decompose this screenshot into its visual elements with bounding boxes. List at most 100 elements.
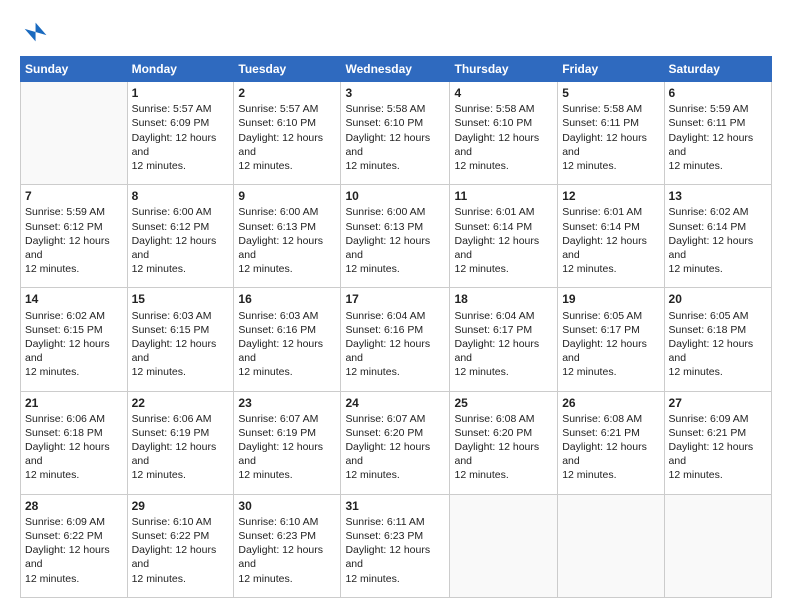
daylight-text: Daylight: 12 hours and	[669, 441, 754, 467]
day-number: 28	[25, 498, 123, 514]
sunset-text: Sunset: 6:14 PM	[669, 221, 747, 233]
daylight-text: Daylight: 12 hours and	[238, 544, 323, 570]
day-number: 5	[562, 85, 659, 101]
sunrise-text: Sunrise: 6:02 AM	[25, 310, 105, 322]
col-header-friday: Friday	[558, 57, 664, 82]
calendar-cell: 6Sunrise: 5:59 AMSunset: 6:11 PMDaylight…	[664, 82, 771, 185]
daylight-text: Daylight: 12 hours and	[25, 235, 110, 261]
sunrise-text: Sunrise: 6:08 AM	[454, 413, 534, 425]
daylight-text-2: 12 minutes.	[132, 160, 186, 172]
daylight-text: Daylight: 12 hours and	[345, 338, 430, 364]
sunrise-text: Sunrise: 6:08 AM	[562, 413, 642, 425]
sunset-text: Sunset: 6:14 PM	[454, 221, 532, 233]
day-number: 25	[454, 395, 553, 411]
sunset-text: Sunset: 6:19 PM	[132, 427, 210, 439]
sunrise-text: Sunrise: 6:06 AM	[132, 413, 212, 425]
sunset-text: Sunset: 6:11 PM	[562, 117, 639, 129]
col-header-saturday: Saturday	[664, 57, 771, 82]
sunrise-text: Sunrise: 6:11 AM	[345, 516, 424, 528]
day-number: 14	[25, 291, 123, 307]
day-number: 7	[25, 188, 123, 204]
calendar-cell: 11Sunrise: 6:01 AMSunset: 6:14 PMDayligh…	[450, 185, 558, 288]
daylight-text-2: 12 minutes.	[132, 573, 186, 585]
daylight-text: Daylight: 12 hours and	[132, 544, 217, 570]
daylight-text: Daylight: 12 hours and	[562, 235, 647, 261]
daylight-text-2: 12 minutes.	[25, 263, 79, 275]
daylight-text-2: 12 minutes.	[454, 469, 508, 481]
calendar-cell: 31Sunrise: 6:11 AMSunset: 6:23 PMDayligh…	[341, 494, 450, 597]
col-header-thursday: Thursday	[450, 57, 558, 82]
day-number: 9	[238, 188, 336, 204]
calendar-header-row: SundayMondayTuesdayWednesdayThursdayFrid…	[21, 57, 772, 82]
daylight-text-2: 12 minutes.	[345, 573, 399, 585]
sunrise-text: Sunrise: 6:00 AM	[132, 206, 212, 218]
day-number: 23	[238, 395, 336, 411]
daylight-text-2: 12 minutes.	[345, 366, 399, 378]
sunset-text: Sunset: 6:12 PM	[25, 221, 103, 233]
day-number: 12	[562, 188, 659, 204]
calendar-cell: 29Sunrise: 6:10 AMSunset: 6:22 PMDayligh…	[127, 494, 234, 597]
sunrise-text: Sunrise: 6:04 AM	[454, 310, 534, 322]
daylight-text-2: 12 minutes.	[345, 160, 399, 172]
day-number: 22	[132, 395, 230, 411]
daylight-text-2: 12 minutes.	[345, 469, 399, 481]
sunrise-text: Sunrise: 5:58 AM	[454, 103, 534, 115]
calendar-cell: 28Sunrise: 6:09 AMSunset: 6:22 PMDayligh…	[21, 494, 128, 597]
sunrise-text: Sunrise: 6:07 AM	[238, 413, 318, 425]
calendar-week-row: 7Sunrise: 5:59 AMSunset: 6:12 PMDaylight…	[21, 185, 772, 288]
calendar-cell: 4Sunrise: 5:58 AMSunset: 6:10 PMDaylight…	[450, 82, 558, 185]
calendar-cell: 26Sunrise: 6:08 AMSunset: 6:21 PMDayligh…	[558, 391, 664, 494]
daylight-text-2: 12 minutes.	[345, 263, 399, 275]
day-number: 6	[669, 85, 767, 101]
daylight-text: Daylight: 12 hours and	[562, 441, 647, 467]
daylight-text-2: 12 minutes.	[25, 469, 79, 481]
sunrise-text: Sunrise: 6:00 AM	[345, 206, 425, 218]
col-header-wednesday: Wednesday	[341, 57, 450, 82]
col-header-monday: Monday	[127, 57, 234, 82]
day-number: 30	[238, 498, 336, 514]
sunset-text: Sunset: 6:11 PM	[669, 117, 746, 129]
sunset-text: Sunset: 6:21 PM	[669, 427, 747, 439]
day-number: 3	[345, 85, 445, 101]
sunrise-text: Sunrise: 6:02 AM	[669, 206, 749, 218]
daylight-text: Daylight: 12 hours and	[345, 441, 430, 467]
daylight-text-2: 12 minutes.	[132, 366, 186, 378]
sunrise-text: Sunrise: 6:09 AM	[25, 516, 105, 528]
day-number: 8	[132, 188, 230, 204]
page: SundayMondayTuesdayWednesdayThursdayFrid…	[0, 0, 792, 612]
day-number: 18	[454, 291, 553, 307]
sunset-text: Sunset: 6:10 PM	[238, 117, 316, 129]
day-number: 16	[238, 291, 336, 307]
sunset-text: Sunset: 6:10 PM	[454, 117, 532, 129]
day-number: 2	[238, 85, 336, 101]
daylight-text: Daylight: 12 hours and	[238, 441, 323, 467]
daylight-text-2: 12 minutes.	[669, 366, 723, 378]
calendar-cell: 13Sunrise: 6:02 AMSunset: 6:14 PMDayligh…	[664, 185, 771, 288]
daylight-text-2: 12 minutes.	[454, 366, 508, 378]
sunset-text: Sunset: 6:12 PM	[132, 221, 210, 233]
sunrise-text: Sunrise: 5:58 AM	[562, 103, 642, 115]
daylight-text: Daylight: 12 hours and	[345, 235, 430, 261]
daylight-text: Daylight: 12 hours and	[454, 132, 539, 158]
daylight-text-2: 12 minutes.	[669, 469, 723, 481]
calendar-cell: 21Sunrise: 6:06 AMSunset: 6:18 PMDayligh…	[21, 391, 128, 494]
daylight-text-2: 12 minutes.	[454, 263, 508, 275]
daylight-text: Daylight: 12 hours and	[25, 441, 110, 467]
sunset-text: Sunset: 6:17 PM	[562, 324, 640, 336]
day-number: 19	[562, 291, 659, 307]
daylight-text-2: 12 minutes.	[238, 160, 292, 172]
sunset-text: Sunset: 6:13 PM	[345, 221, 423, 233]
calendar-week-row: 28Sunrise: 6:09 AMSunset: 6:22 PMDayligh…	[21, 494, 772, 597]
daylight-text-2: 12 minutes.	[132, 469, 186, 481]
daylight-text: Daylight: 12 hours and	[562, 132, 647, 158]
daylight-text: Daylight: 12 hours and	[454, 441, 539, 467]
sunrise-text: Sunrise: 6:05 AM	[562, 310, 642, 322]
day-number: 27	[669, 395, 767, 411]
daylight-text: Daylight: 12 hours and	[132, 235, 217, 261]
calendar-cell: 2Sunrise: 5:57 AMSunset: 6:10 PMDaylight…	[234, 82, 341, 185]
sunrise-text: Sunrise: 6:03 AM	[238, 310, 318, 322]
calendar-cell	[450, 494, 558, 597]
sunset-text: Sunset: 6:23 PM	[238, 530, 316, 542]
daylight-text: Daylight: 12 hours and	[132, 338, 217, 364]
logo	[20, 18, 52, 46]
